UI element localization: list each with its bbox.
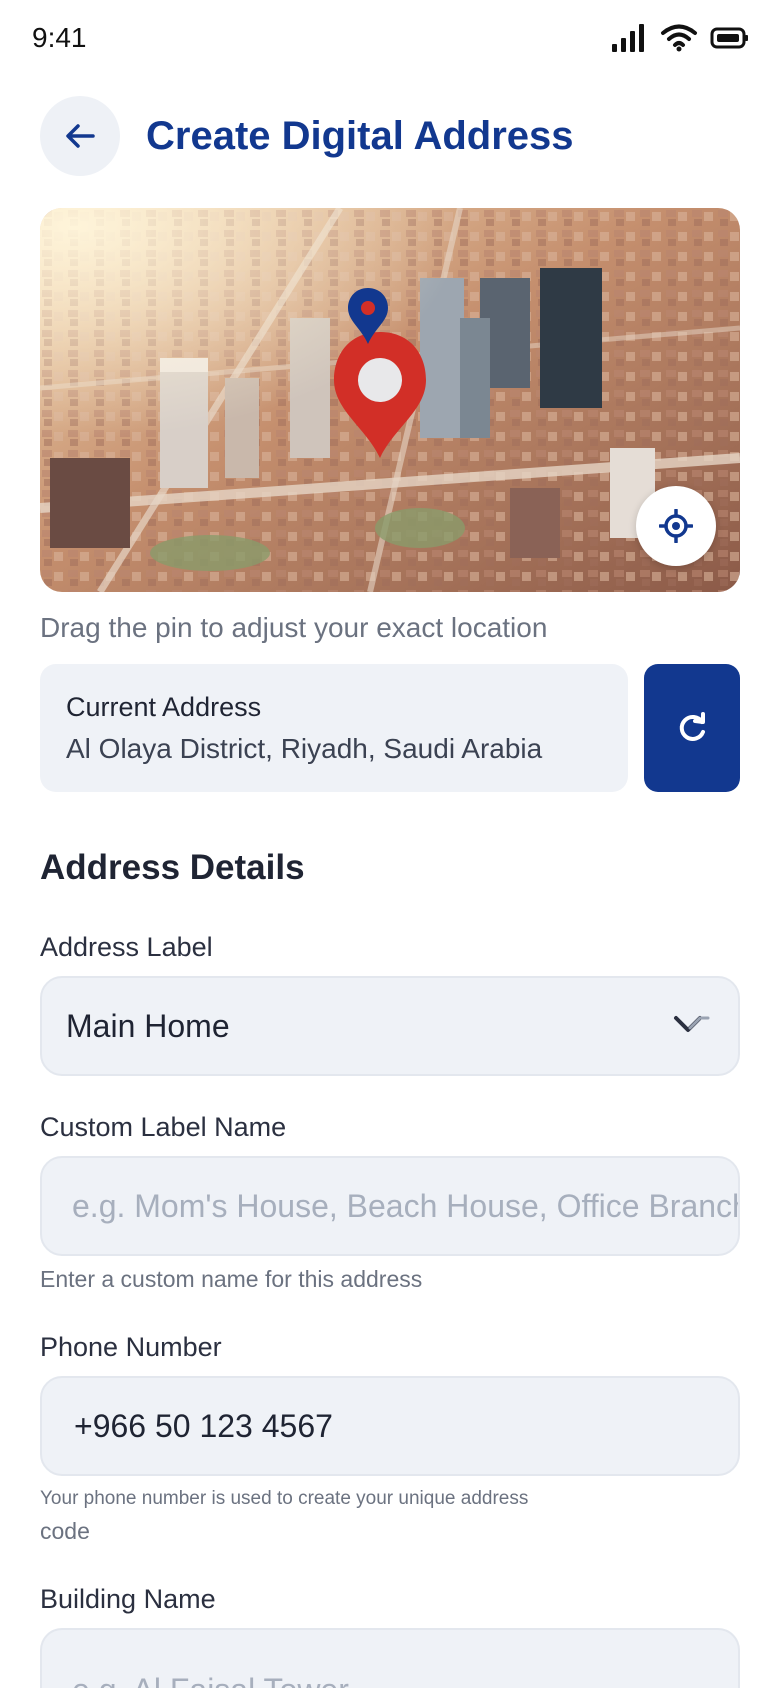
phone-value: +966 50 123 4567 xyxy=(74,1407,333,1444)
building-label: Building Name xyxy=(40,1584,216,1614)
signal-icon xyxy=(612,24,644,52)
current-address-title: Current Address xyxy=(66,692,262,722)
address-label-select[interactable]: Main Home xyxy=(40,976,740,1076)
page-title: Create Digital Address xyxy=(146,113,574,158)
custom-label-helper: Enter a custom name for this address xyxy=(40,1266,423,1292)
back-button[interactable] xyxy=(40,96,120,176)
chevron-down-icon xyxy=(674,1016,710,1032)
section-title: Address Details xyxy=(40,848,305,887)
address-label-value: Main Home xyxy=(66,1007,230,1044)
map-pin-icon[interactable] xyxy=(330,288,430,458)
custom-label-placeholder: e.g. Mom's House, Beach House, Office Br… xyxy=(72,1187,740,1224)
location-map[interactable] xyxy=(40,208,740,592)
building-placeholder: e.g. Al Faisal Tower xyxy=(72,1672,349,1688)
status-time: 9:41 xyxy=(32,22,87,53)
phone-helper-line2: code xyxy=(40,1518,90,1544)
custom-label-field[interactable]: e.g. Mom's House, Beach House, Office Br… xyxy=(40,1156,740,1256)
header: Create Digital Address xyxy=(40,96,574,176)
back-arrow-icon xyxy=(66,124,95,148)
current-address-value: Al Olaya District, Riyadh, Saudi Arabia xyxy=(66,733,543,764)
status-icons xyxy=(612,24,750,52)
status-bar: 9:41 xyxy=(0,0,780,80)
phone-field[interactable]: +966 50 123 4567 xyxy=(40,1376,740,1476)
phone-helper: Your phone number is used to create your… xyxy=(40,1488,529,1509)
custom-label-label: Custom Label Name xyxy=(40,1112,287,1142)
crosshair-icon xyxy=(659,509,693,543)
building-field[interactable]: e.g. Al Faisal Tower xyxy=(40,1628,740,1688)
wifi-icon xyxy=(661,24,697,52)
current-address-card: Current Address Al Olaya District, Riyad… xyxy=(40,664,628,792)
battery-icon xyxy=(710,27,748,49)
phone-label: Phone Number xyxy=(40,1332,222,1362)
refresh-icon xyxy=(679,712,705,741)
address-label-label: Address Label xyxy=(40,932,213,962)
locate-me-button[interactable] xyxy=(636,486,716,566)
map-hint: Drag the pin to adjust your exact locati… xyxy=(40,612,548,643)
refresh-address-button[interactable] xyxy=(644,664,740,792)
